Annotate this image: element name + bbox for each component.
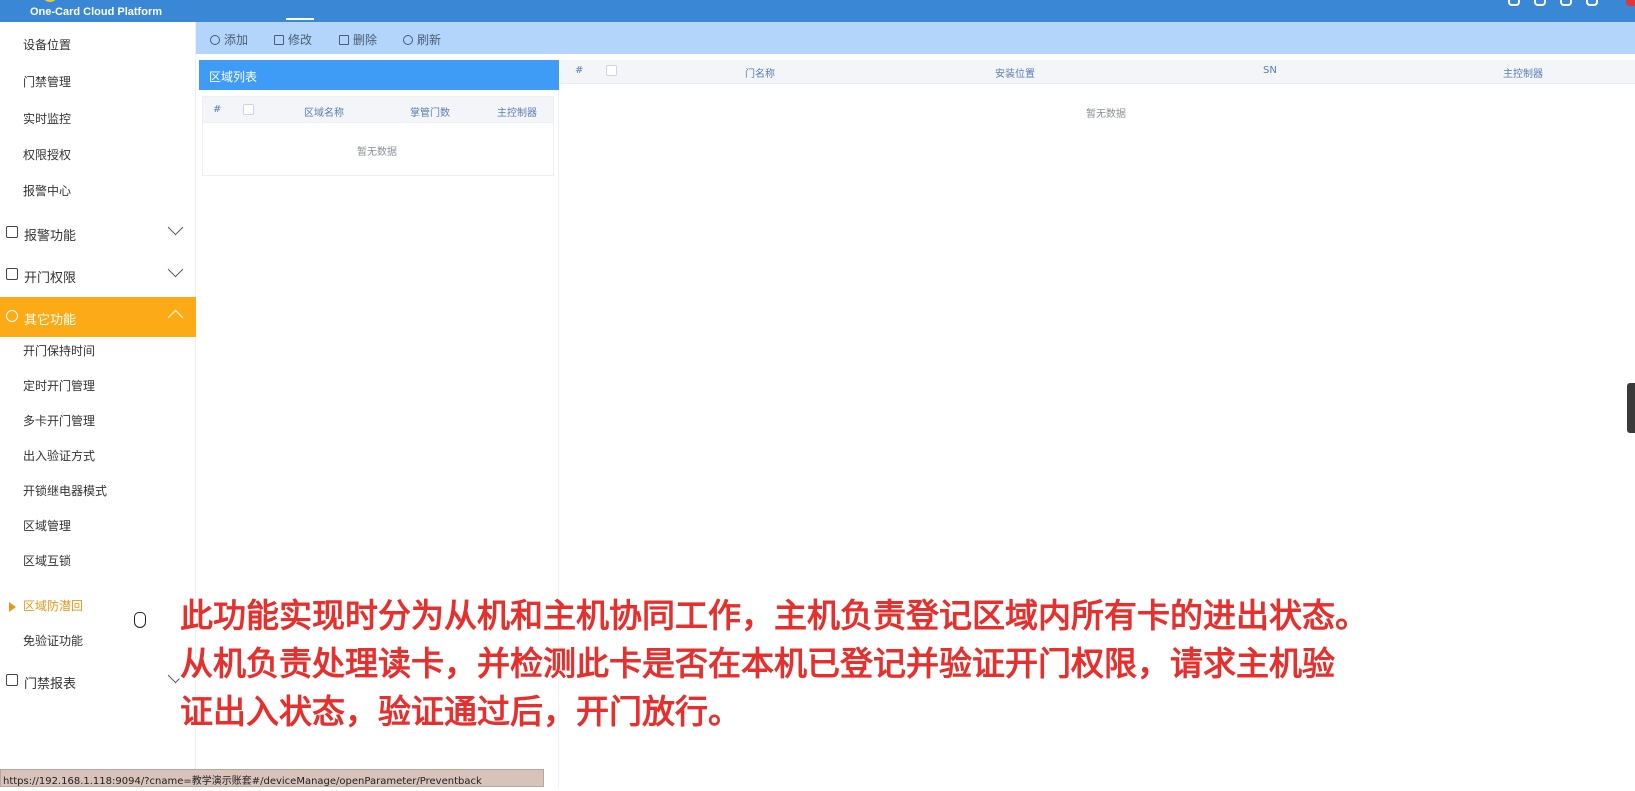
sidebar-item-verify-mode[interactable]: 出入验证方式 [23, 447, 95, 464]
area-table-header: # 区域名称 掌管门数 主控制器 [203, 97, 553, 123]
delete-button-label: 删除 [353, 33, 378, 47]
sidebar-item-permission-grant[interactable]: 权限授权 [23, 146, 71, 163]
apps-icon [6, 310, 18, 322]
edit-button-label: 修改 [288, 33, 313, 47]
settings-icon[interactable] [1534, 0, 1546, 6]
sidebar-item-no-verify[interactable]: 免验证功能 [23, 632, 83, 649]
sidebar-item-area-management[interactable]: 区域管理 [23, 517, 71, 534]
area-list-header: 区域列表 [199, 60, 559, 90]
sidebar-item-relay-mode[interactable]: 开锁继电器模式 [23, 482, 107, 499]
column-door-count: 掌管门数 [410, 108, 450, 119]
top-right-icons [1508, 0, 1598, 8]
add-button-label: 添加 [224, 33, 249, 47]
sidebar-item-realtime-monitor[interactable]: 实时监控 [23, 110, 71, 127]
add-button[interactable]: 添加 [210, 31, 248, 48]
column-area-name: 区域名称 [304, 108, 344, 119]
scrollbar-thumb[interactable] [1627, 383, 1635, 433]
caret-right-icon [9, 602, 16, 612]
active-nav-underline [286, 18, 314, 20]
logout-icon[interactable] [1626, 0, 1635, 6]
sidebar-group-label: 其它功能 [24, 313, 77, 328]
subtitle-line: 证出入状态，验证通过后，开门放行。 [180, 692, 741, 731]
area-list-title: 区域列表 [209, 70, 258, 84]
plus-circle-icon [210, 34, 220, 45]
sidebar: 设备位置 门禁管理 实时监控 权限授权 报警中心 报警功能 开门权限 其它功能 … [0, 22, 196, 791]
select-all-checkbox[interactable] [606, 65, 617, 76]
fullscreen-icon[interactable] [1508, 0, 1520, 6]
subtitle-line: 从机负责处理读卡，并检测此卡是否在本机已登记并验证开门权限，请求主机验 [180, 644, 1335, 683]
column-main-controller: 主控制器 [497, 108, 537, 119]
trash-icon [339, 34, 349, 45]
column-main-controller: 主控制器 [1503, 69, 1543, 80]
sidebar-group-label: 开门权限 [24, 271, 77, 286]
pencil-icon [274, 34, 284, 45]
refresh-icon [403, 34, 413, 45]
column-door-name: 门名称 [745, 69, 775, 80]
bar-chart-icon [6, 674, 18, 686]
subtitle-overlay: 此功能实现时分为从机和主机协同工作，主机负责登记区域内所有卡的进出状态。 从机负… [180, 592, 1620, 736]
select-all-checkbox[interactable] [243, 104, 254, 115]
door-table-header: # 门名称 安装位置 SN 主控制器 [560, 60, 1635, 84]
chevron-up-icon [167, 309, 184, 326]
column-index: # [213, 104, 222, 115]
sidebar-group-door-permission[interactable]: 开门权限 [0, 255, 196, 295]
alarm-bell-icon [6, 226, 18, 238]
chevron-down-icon [167, 219, 184, 236]
sidebar-item-alarm-center[interactable]: 报警中心 [23, 182, 71, 199]
area-table: # 区域名称 掌管门数 主控制器 暂无数据 [202, 96, 554, 176]
sidebar-item-access-management[interactable]: 门禁管理 [23, 73, 71, 90]
sidebar-item-scheduled-open[interactable]: 定时开门管理 [23, 377, 95, 394]
hand-cursor-icon [134, 612, 146, 628]
door-icon [6, 268, 18, 280]
sidebar-item-area-interlock[interactable]: 区域互锁 [23, 552, 71, 569]
brand-logo-icon [42, 0, 58, 2]
toolbar: 添加 修改 删除 刷新 [196, 22, 1635, 54]
sidebar-group-label: 门禁报表 [24, 677, 77, 692]
refresh-button-label: 刷新 [417, 33, 442, 47]
column-install-location: 安装位置 [995, 69, 1035, 80]
chevron-down-icon [167, 261, 184, 278]
subtitle-line: 此功能实现时分为从机和主机协同工作，主机负责登记区域内所有卡的进出状态。 [180, 596, 1368, 635]
edit-button[interactable]: 修改 [274, 31, 312, 48]
sidebar-group-label: 报警功能 [24, 229, 77, 244]
empty-message: 暂无数据 [1086, 109, 1126, 120]
lock-icon[interactable] [1560, 0, 1572, 6]
delete-button[interactable]: 删除 [339, 31, 377, 48]
sidebar-item-anti-passback[interactable]: 区域防潜回 [23, 597, 83, 614]
user-icon[interactable] [1586, 0, 1598, 6]
sidebar-group-alarm[interactable]: 报警功能 [0, 213, 196, 253]
empty-message: 暂无数据 [357, 147, 397, 158]
sidebar-group-report[interactable]: 门禁报表 [0, 661, 196, 701]
brand-name: One-Card Cloud Platform [30, 6, 163, 18]
sidebar-group-other-functions[interactable]: 其它功能 [0, 297, 196, 337]
sidebar-item-door-hold-time[interactable]: 开门保持时间 [23, 342, 95, 359]
refresh-button[interactable]: 刷新 [403, 31, 441, 48]
sidebar-item-multi-card-open[interactable]: 多卡开门管理 [23, 412, 95, 429]
top-bar: One-Card Cloud Platform [0, 0, 1635, 22]
column-index: # [575, 65, 584, 76]
sidebar-item-device-location[interactable]: 设备位置 [23, 36, 71, 53]
column-sn: SN [1263, 65, 1277, 76]
status-bar-url: https://192.168.1.118:9094/?cname=教学演示账套… [0, 769, 544, 787]
